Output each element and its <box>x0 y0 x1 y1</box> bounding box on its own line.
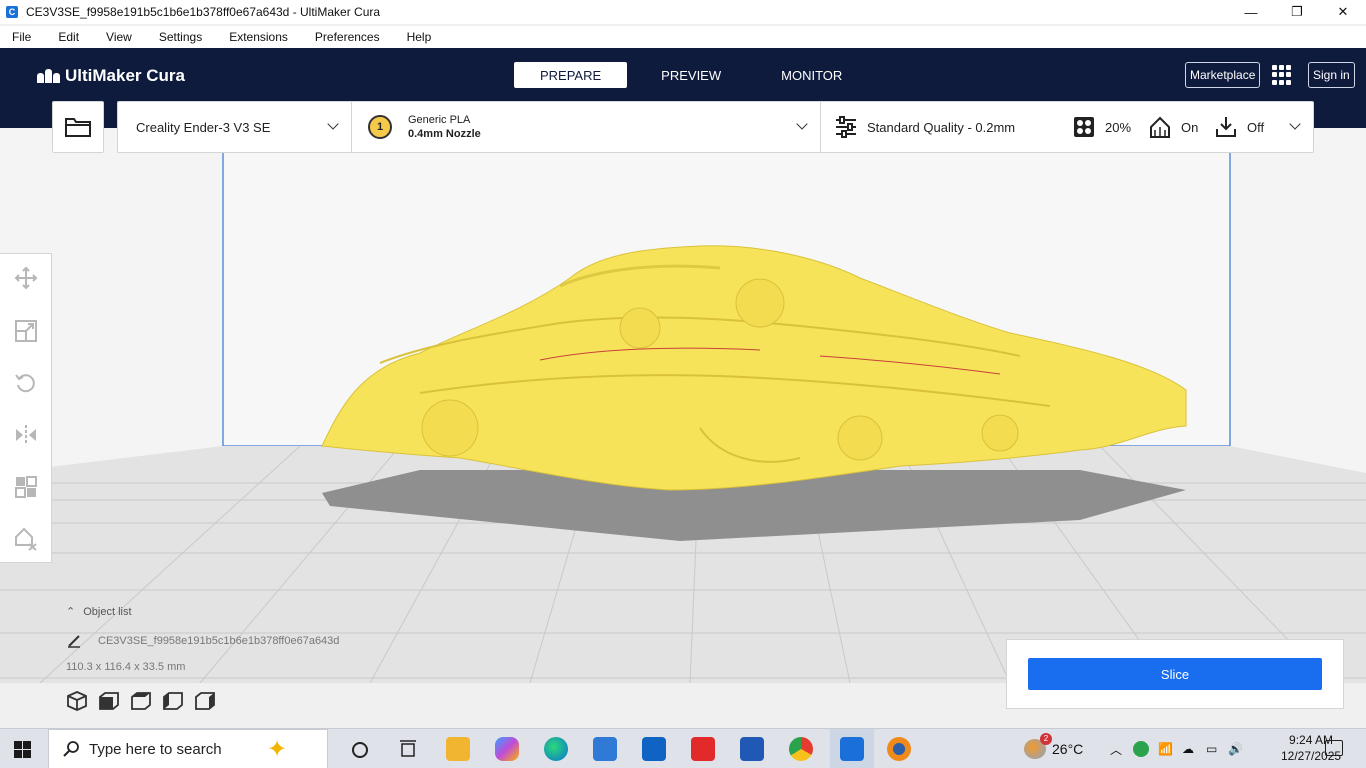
chevron-down-icon <box>796 118 808 130</box>
apps-grid-icon[interactable] <box>1272 65 1292 85</box>
task-view-icon[interactable] <box>398 740 418 758</box>
mirror-tool-icon[interactable] <box>14 423 38 447</box>
window-title: CE3V3SE_f9958e191b5c1b6e1b378ff0e67a643d… <box>26 5 381 19</box>
build-plate-scene <box>0 128 1366 683</box>
menu-help[interactable]: Help <box>407 30 432 44</box>
close-button[interactable]: ✕ <box>1320 0 1366 24</box>
top-view-icon[interactable] <box>130 690 152 712</box>
weather-widget[interactable]: 2 26°C <box>1024 729 1083 768</box>
cura-app-icon: C <box>6 6 18 18</box>
support-value: On <box>1181 119 1199 135</box>
adhesion-value: Off <box>1247 119 1265 135</box>
wps-icon[interactable] <box>691 737 715 761</box>
volume-icon[interactable]: 🔊 <box>1228 729 1243 768</box>
taskbar-search[interactable]: Type here to search ✦ <box>48 729 328 768</box>
printer-selector[interactable]: Creality Ender-3 V3 SE <box>118 102 352 152</box>
marketplace-button[interactable]: Marketplace <box>1185 62 1261 88</box>
search-placeholder: Type here to search <box>89 740 222 758</box>
stage-tabs: PREPARE PREVIEW MONITOR <box>514 62 876 88</box>
tab-monitor[interactable]: MONITOR <box>755 62 868 88</box>
tab-preview[interactable]: PREVIEW <box>635 62 747 88</box>
minimize-button[interactable]: — <box>1228 0 1274 24</box>
pencil-icon[interactable] <box>67 634 81 648</box>
notifications-icon[interactable] <box>1325 740 1343 756</box>
infill-value: 20% <box>1105 119 1132 135</box>
menu-settings[interactable]: Settings <box>159 30 202 44</box>
logo-text: UltiMaker Cura <box>65 66 185 85</box>
edge-icon[interactable] <box>544 737 568 761</box>
windows-taskbar: Type here to search ✦ 2 26°C ︿ 📶 ☁ ▭ 🔊 9… <box>0 728 1366 768</box>
weather-temp: 26°C <box>1052 741 1084 757</box>
word-icon[interactable] <box>740 737 764 761</box>
menu-preferences[interactable]: Preferences <box>315 30 380 44</box>
menu-file[interactable]: File <box>12 30 31 44</box>
print-setup-bar: Creality Ender-3 V3 SE 1 Generic PLA 0.4… <box>117 101 1314 153</box>
nozzle-size: 0.4mm Nozzle <box>408 128 481 140</box>
per-model-settings-icon[interactable] <box>14 475 38 499</box>
print-settings-selector[interactable]: Standard Quality - 0.2mm 20% On Off <box>821 102 1313 152</box>
object-name[interactable]: CE3V3SE_f9958e191b5c1b6e1b378ff0e67a643d <box>98 635 339 647</box>
support-blocker-icon[interactable] <box>14 527 38 551</box>
tray-app-icon[interactable] <box>1133 741 1149 757</box>
ultimaker-logo-icon <box>37 69 60 83</box>
object-list-toggle[interactable]: ⌃ Object list <box>66 605 132 618</box>
weather-icon: 2 <box>1024 733 1052 759</box>
chevron-up-icon[interactable]: ︿ <box>1110 729 1122 768</box>
menu-extensions[interactable]: Extensions <box>229 30 288 44</box>
3d-viewport[interactable] <box>0 128 1366 683</box>
3d-view-icon[interactable] <box>66 690 88 712</box>
network-icon[interactable]: 📶 <box>1158 729 1173 768</box>
file-explorer-icon[interactable] <box>446 737 470 761</box>
sign-in-button[interactable]: Sign in <box>1308 62 1355 88</box>
battery-icon[interactable]: ▭ <box>1206 729 1217 768</box>
chevron-down-icon <box>1289 118 1301 130</box>
object-dimensions: 110.3 x 116.4 x 33.5 mm <box>66 661 186 673</box>
material-selector[interactable]: 1 Generic PLA 0.4mm Nozzle <box>352 102 821 152</box>
menu-view[interactable]: View <box>106 30 132 44</box>
search-icon <box>63 741 79 757</box>
cura-taskbar-active[interactable] <box>830 729 874 768</box>
settings-sliders-icon <box>836 116 856 138</box>
tool-panel <box>0 253 52 563</box>
cloud-sync-icon[interactable]: ☁ <box>1182 729 1194 768</box>
chrome-icon[interactable] <box>789 737 813 761</box>
open-file-button[interactable] <box>52 101 104 153</box>
move-tool-icon[interactable] <box>14 266 38 290</box>
store-icon[interactable] <box>593 737 617 761</box>
quality-label: Standard Quality - 0.2mm <box>867 119 1016 135</box>
cortana-icon[interactable] <box>351 741 369 759</box>
folder-icon <box>65 118 91 137</box>
chevron-up-icon: ⌃ <box>66 606 76 618</box>
copilot-icon[interactable] <box>495 737 519 761</box>
sparkle-icon: ✦ <box>267 736 288 763</box>
ultimaker-logo: UltiMaker Cura <box>37 66 185 86</box>
front-view-icon[interactable] <box>98 690 120 712</box>
adhesion-icon <box>1216 117 1236 137</box>
material-name: Generic PLA <box>408 114 471 126</box>
left-view-icon[interactable] <box>162 690 184 712</box>
chevron-down-icon <box>327 118 339 130</box>
restore-button[interactable]: ❐ <box>1274 0 1320 24</box>
printer-name: Creality Ender-3 V3 SE <box>136 119 271 135</box>
infill-icon <box>1074 117 1094 137</box>
cura-taskbar-icon <box>840 737 864 761</box>
slice-panel: Slice <box>1006 639 1344 709</box>
weather-badge: 2 <box>1040 733 1052 745</box>
outlook-icon[interactable] <box>642 737 666 761</box>
slice-button[interactable]: Slice <box>1028 658 1322 690</box>
support-icon <box>1150 116 1170 138</box>
object-list-label: Object list <box>83 606 132 618</box>
right-view-icon[interactable] <box>194 690 216 712</box>
menu-edit[interactable]: Edit <box>58 30 79 44</box>
blender-icon[interactable] <box>887 737 911 761</box>
title-bar: C CE3V3SE_f9958e191b5c1b6e1b378ff0e67a64… <box>0 0 1366 24</box>
scale-tool-icon[interactable] <box>14 319 38 343</box>
tab-prepare[interactable]: PREPARE <box>514 62 628 88</box>
menu-bar: File Edit View Settings Extensions Prefe… <box>0 26 1366 48</box>
windows-start-icon[interactable] <box>14 741 31 758</box>
extruder-badge: 1 <box>368 115 392 139</box>
view-orientation-buttons <box>66 690 226 712</box>
rotate-tool-icon[interactable] <box>14 371 38 395</box>
